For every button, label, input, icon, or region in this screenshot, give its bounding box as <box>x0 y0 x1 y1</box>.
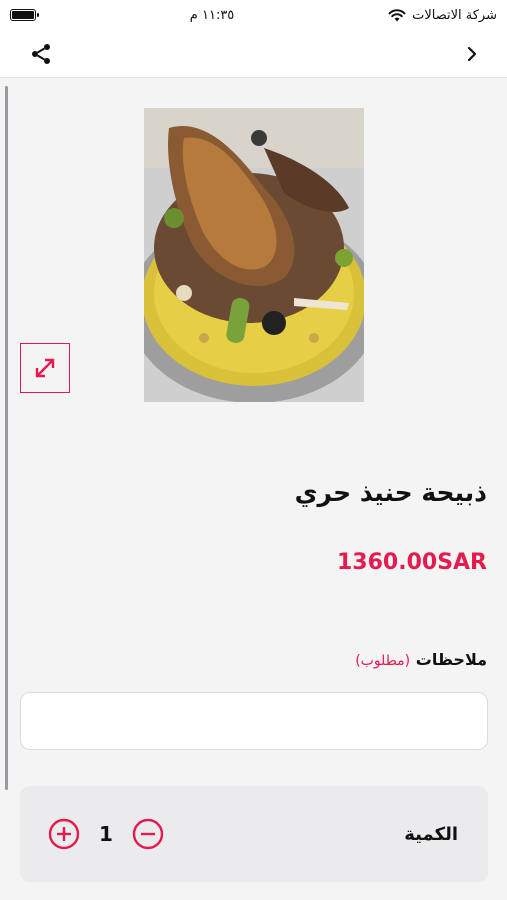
quantity-value: 1 <box>99 822 113 846</box>
expand-image-button[interactable] <box>20 343 70 393</box>
expand-icon <box>35 358 55 378</box>
share-button[interactable] <box>26 39 56 69</box>
carrier-info: شركة الاتصالات <box>388 8 497 23</box>
minus-circle-icon <box>132 818 164 850</box>
carrier-name: شركة الاتصالات <box>412 7 497 23</box>
notes-required-tag: (مطلوب) <box>355 653 411 669</box>
notes-label-text: ملاحظات <box>415 650 487 669</box>
battery-icon <box>10 9 39 21</box>
quantity-card: 1 الكمية <box>20 786 488 882</box>
wifi-icon <box>388 8 406 21</box>
quantity-label: الكمية <box>404 823 458 845</box>
plus-circle-icon <box>48 818 80 850</box>
product-price: 1360.00SAR <box>336 550 487 575</box>
product-image <box>144 108 364 402</box>
decrease-quantity-button[interactable] <box>132 818 164 850</box>
share-icon <box>32 43 50 64</box>
quantity-stepper: 1 <box>48 818 164 850</box>
product-title: ذبيحة حنيذ حري <box>294 478 487 507</box>
status-bar: ١١:٣٥ م شركة الاتصالات <box>0 0 507 30</box>
notes-input[interactable] <box>20 692 488 750</box>
status-time: ١١:٣٥ م <box>189 7 235 23</box>
back-button[interactable] <box>457 39 487 69</box>
increase-quantity-button[interactable] <box>48 818 80 850</box>
scroll-indicator[interactable] <box>5 86 8 790</box>
chevron-right-icon <box>467 46 477 61</box>
nav-bar <box>0 30 507 78</box>
notes-label: ملاحظات (مطلوب) <box>187 650 487 669</box>
